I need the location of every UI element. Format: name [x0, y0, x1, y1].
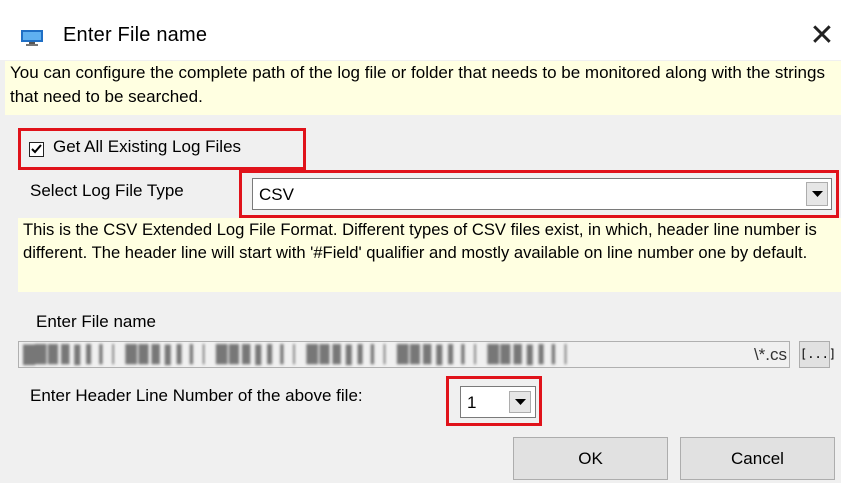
header-line-highlight-box — [446, 376, 542, 426]
checkbox-highlight-box — [18, 128, 306, 170]
file-type-description: This is the CSV Extended Log File Format… — [18, 218, 841, 292]
file-path-blurred: █▉▊▋▌▍▎▏▉▊▋▌▍▎▏▉▊▋▌▍▎▏▉▊▋▌▍▎▏▉▊▋▌▍▎▏▉▊▋▌… — [23, 345, 578, 364]
browse-button[interactable]: [...] — [799, 341, 836, 368]
enter-file-name-dialog: Enter File name ✕ You can configure the … — [0, 0, 841, 483]
monitor-app-icon — [21, 30, 43, 46]
ok-button[interactable]: OK — [513, 437, 668, 480]
cancel-button[interactable]: Cancel — [680, 437, 835, 480]
log-file-type-label: Select Log File Type — [30, 181, 184, 200]
file-path-tail: \*.cs — [753, 345, 787, 364]
close-icon[interactable]: ✕ — [800, 14, 841, 58]
log-type-highlight-box — [239, 170, 839, 218]
title-bar: Enter File name ✕ — [0, 0, 841, 60]
window-title: Enter File name — [63, 24, 208, 46]
info-text: You can configure the complete path of t… — [5, 61, 841, 115]
dialog-left-edge — [0, 61, 5, 483]
file-name-label: Enter File name — [36, 312, 156, 331]
header-line-label: Enter Header Line Number of the above fi… — [30, 386, 363, 405]
file-path-input[interactable]: █▉▊▋▌▍▎▏▉▊▋▌▍▎▏▉▊▋▌▍▎▏▉▊▋▌▍▎▏▉▊▋▌▍▎▏▉▊▋▌… — [18, 341, 790, 368]
